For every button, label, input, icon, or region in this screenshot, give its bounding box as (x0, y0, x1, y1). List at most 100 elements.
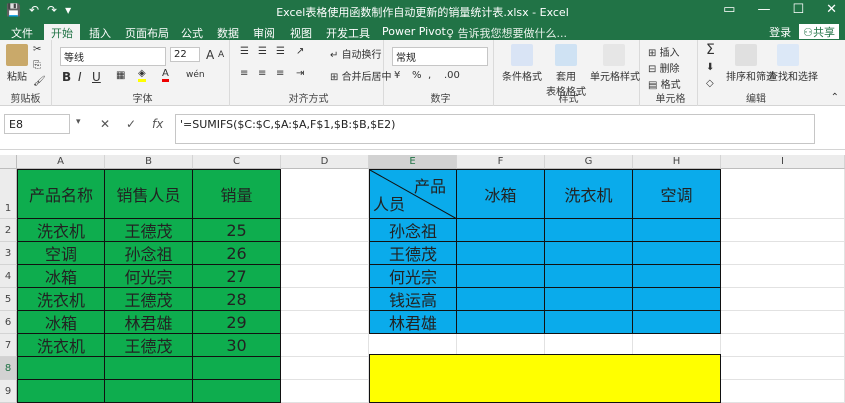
minimize-button[interactable]: — (757, 2, 770, 17)
conditional-format-button[interactable]: 条件格式 (502, 44, 542, 83)
cell-c4[interactable]: 27 (193, 265, 281, 288)
collapse-ribbon-icon[interactable]: ⌃ (831, 92, 839, 103)
cell-d6[interactable] (281, 311, 369, 334)
cell-d4[interactable] (281, 265, 369, 288)
cancel-icon[interactable]: ✕ (100, 117, 110, 131)
cut-icon[interactable]: ✂ (33, 44, 41, 55)
cell-h1[interactable]: 空调 (633, 169, 721, 219)
fill-icon[interactable]: ⬇ (706, 62, 714, 73)
cell-g4[interactable] (545, 265, 633, 288)
row-header-3[interactable]: 3 (0, 242, 17, 265)
currency-icon[interactable]: ¥ (394, 70, 400, 81)
orientation-icon[interactable]: ↗ (296, 46, 304, 57)
cell-a1[interactable]: 产品名称 (17, 169, 105, 219)
italic-button[interactable]: I (78, 70, 82, 84)
clear-icon[interactable]: ◇ (706, 78, 714, 89)
fill-color-icon[interactable]: ◈ (138, 68, 146, 82)
cell-e3[interactable]: 王德茂 (369, 242, 457, 265)
column-header-d[interactable]: D (281, 155, 369, 169)
cell-a3[interactable]: 空调 (17, 242, 105, 265)
center-align-icon[interactable]: ≡ (258, 68, 266, 79)
select-all-corner[interactable] (0, 155, 17, 169)
cell-a4[interactable]: 冰箱 (17, 265, 105, 288)
cell-c1[interactable]: 销量 (193, 169, 281, 219)
column-header-f[interactable]: F (457, 155, 545, 169)
cell-e4[interactable]: 何光宗 (369, 265, 457, 288)
cell-e6[interactable]: 林君雄 (369, 311, 457, 334)
share-button[interactable]: ⚇共享 (799, 24, 839, 39)
cell-d2[interactable] (281, 219, 369, 242)
font-size-select[interactable]: 22 (170, 47, 200, 62)
enter-icon[interactable]: ✓ (126, 117, 136, 131)
cell-c7[interactable]: 30 (193, 334, 281, 357)
column-header-g[interactable]: G (545, 155, 633, 169)
cell-b5[interactable]: 王德茂 (105, 288, 193, 311)
merge-center-button[interactable]: ⊞ 合并后居中 (330, 68, 392, 83)
cell-g2[interactable] (545, 219, 633, 242)
find-select-button[interactable]: 查找和选择 (768, 44, 818, 83)
cell-g5[interactable] (545, 288, 633, 311)
cell-c3[interactable]: 26 (193, 242, 281, 265)
indent-icon[interactable]: ⇥ (296, 68, 304, 79)
cell-f3[interactable] (457, 242, 545, 265)
cell-d1[interactable] (281, 169, 369, 219)
autosum-icon[interactable]: Σ (706, 42, 715, 58)
tab-data[interactable]: 数据 (210, 24, 246, 40)
formula-input[interactable]: '=SUMIFS($C:$C,$A:$A,F$1,$B:$B,$E2) (175, 114, 815, 144)
cell-e2[interactable]: 孙念祖 (369, 219, 457, 242)
border-icon[interactable]: ▦ (116, 70, 125, 81)
merged-cell-e8-h9[interactable] (369, 354, 721, 403)
cell-c6[interactable]: 29 (193, 311, 281, 334)
grow-font-icon[interactable]: A (206, 48, 214, 62)
cell-a6[interactable]: 冰箱 (17, 311, 105, 334)
close-button[interactable]: ✕ (826, 2, 837, 17)
cell-b4[interactable]: 何光宗 (105, 265, 193, 288)
cell-i1[interactable] (721, 169, 845, 219)
copy-icon[interactable]: ⎘ (33, 60, 41, 71)
ribbon-display-options-icon[interactable]: ▭ (723, 2, 735, 17)
font-color-icon[interactable]: A (162, 68, 169, 82)
cell-b8[interactable] (105, 357, 193, 380)
cell-h3[interactable] (633, 242, 721, 265)
sort-filter-button[interactable]: 排序和筛选 (726, 44, 776, 83)
login-link[interactable]: 登录 (769, 24, 791, 40)
cell-d3[interactable] (281, 242, 369, 265)
cell-i4[interactable] (721, 265, 845, 288)
bold-button[interactable]: B (62, 70, 71, 84)
column-header-h[interactable]: H (633, 155, 721, 169)
row-header-7[interactable]: 7 (0, 334, 17, 357)
percent-icon[interactable]: % (412, 70, 422, 81)
column-header-c[interactable]: C (193, 155, 281, 169)
left-align-icon[interactable]: ≡ (240, 68, 248, 79)
cell-i7[interactable] (721, 334, 845, 357)
tell-me-box[interactable]: ♀ 告诉我您想要做什么... (446, 25, 567, 41)
tab-home[interactable]: 开始 (44, 24, 80, 40)
cell-a2[interactable]: 洗衣机 (17, 219, 105, 242)
cell-d7[interactable] (281, 334, 369, 357)
delete-cells-button[interactable]: ⊟ 删除 (648, 60, 680, 75)
cell-a5[interactable]: 洗衣机 (17, 288, 105, 311)
format-painter-icon[interactable]: 🖌 (33, 76, 46, 87)
tab-formulas[interactable]: 公式 (174, 24, 210, 40)
cell-c2[interactable]: 25 (193, 219, 281, 242)
row-header-4[interactable]: 4 (0, 265, 17, 288)
column-header-i[interactable]: I (721, 155, 845, 169)
column-header-e[interactable]: E (369, 155, 457, 169)
column-header-a[interactable]: A (17, 155, 105, 169)
namebox-dropdown-icon[interactable]: ▾ (76, 117, 81, 127)
row-header-2[interactable]: 2 (0, 219, 17, 242)
comma-icon[interactable]: , (428, 70, 431, 81)
cell-e1-diagonal-header[interactable]: 产品 人员 (369, 169, 457, 219)
cell-c5[interactable]: 28 (193, 288, 281, 311)
cell-a7[interactable]: 洗衣机 (17, 334, 105, 357)
maximize-button[interactable]: ☐ (792, 2, 804, 17)
cell-b7[interactable]: 王德茂 (105, 334, 193, 357)
cell-f1[interactable]: 冰箱 (457, 169, 545, 219)
cell-i5[interactable] (721, 288, 845, 311)
cell-a8[interactable] (17, 357, 105, 380)
cell-f4[interactable] (457, 265, 545, 288)
row-header-8[interactable]: 8 (0, 357, 17, 380)
tab-developer[interactable]: 开发工具 (319, 24, 377, 40)
cell-h4[interactable] (633, 265, 721, 288)
cell-b1[interactable]: 销售人员 (105, 169, 193, 219)
